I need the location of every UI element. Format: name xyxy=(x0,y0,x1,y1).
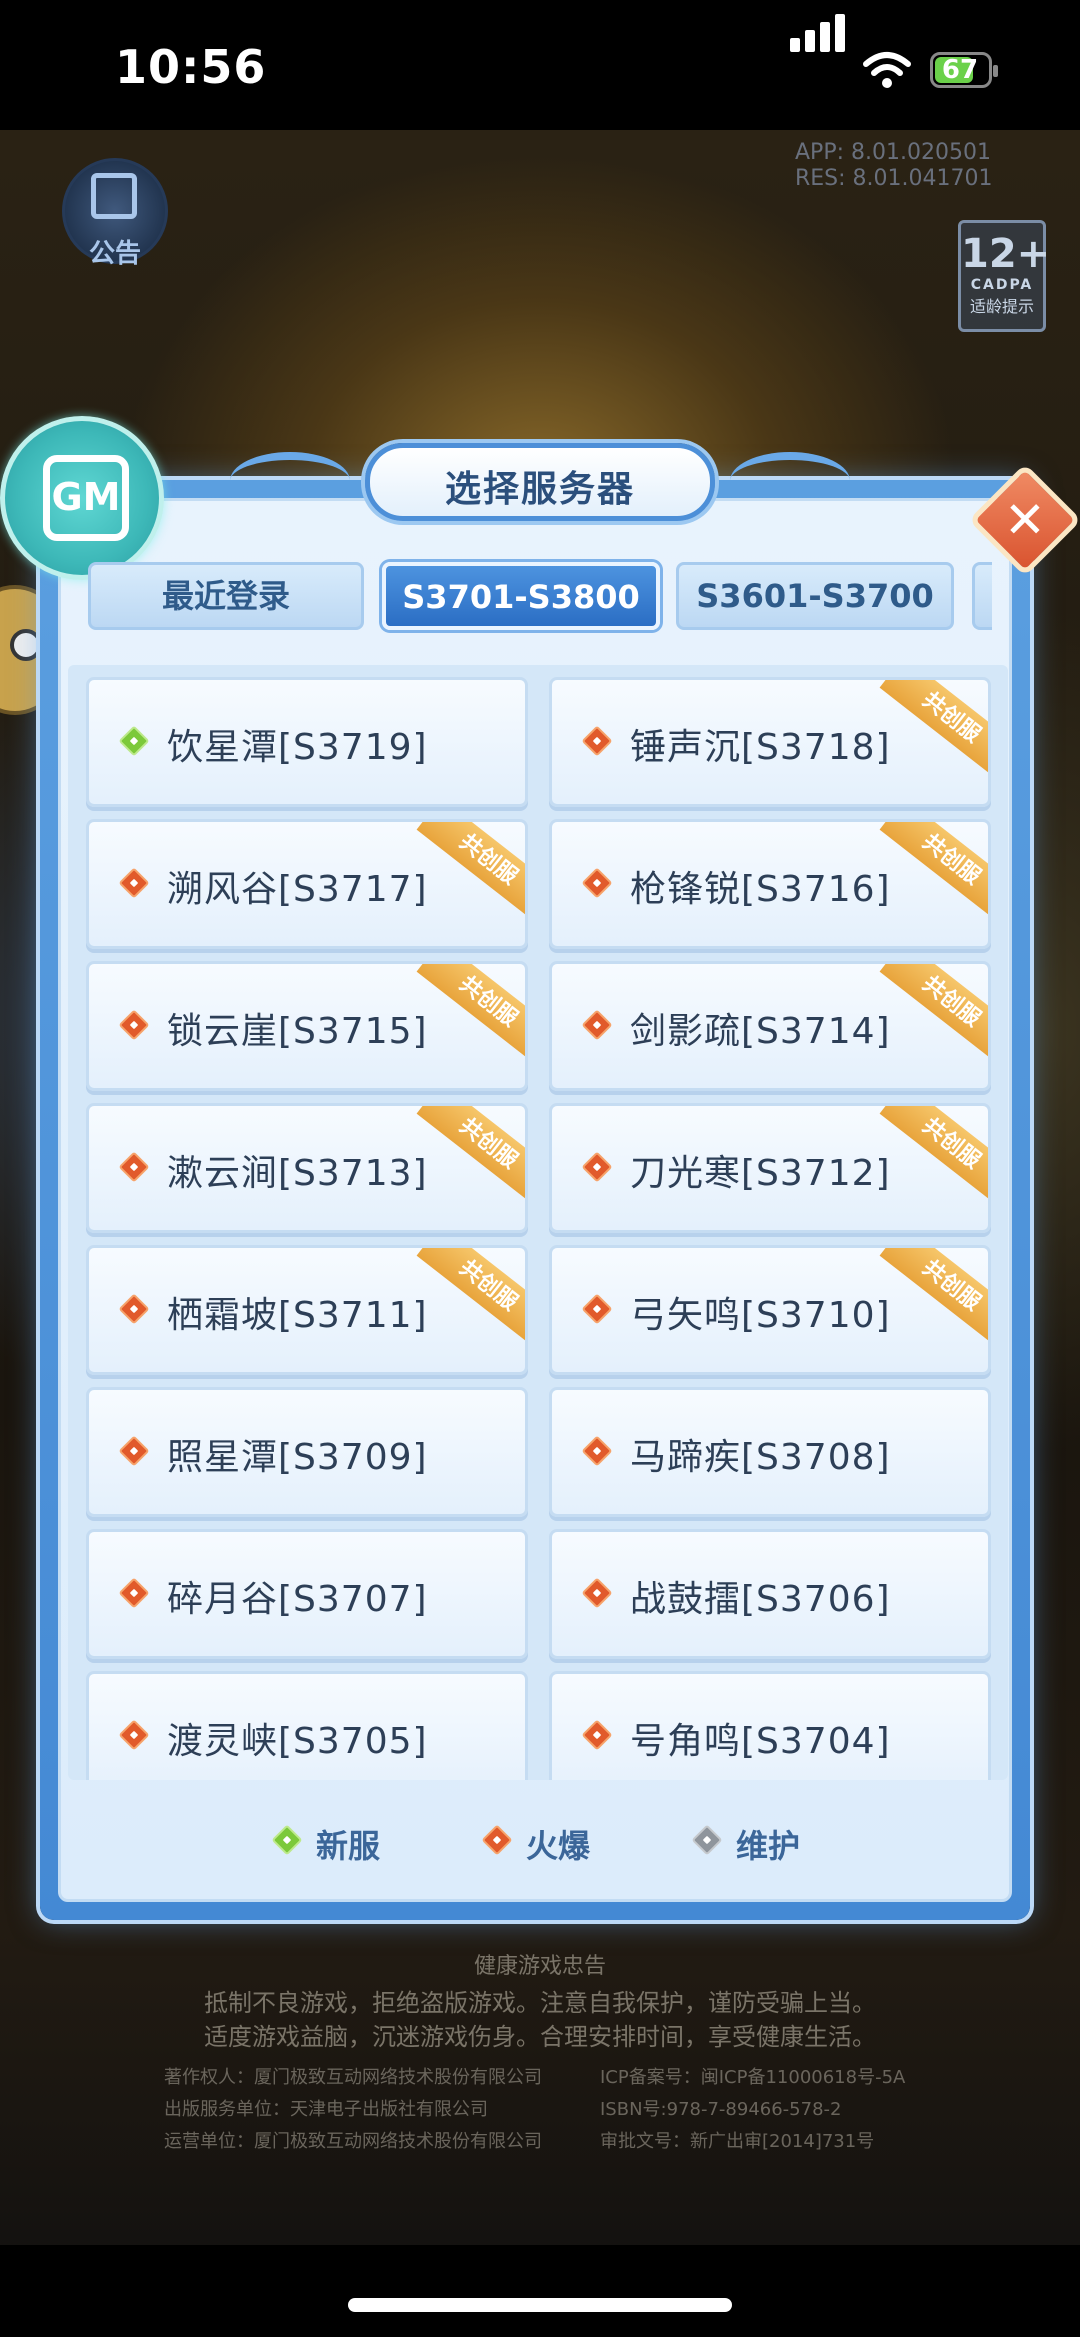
cocreate-badge: 共创服 xyxy=(879,822,988,922)
close-icon: ✕ xyxy=(1004,491,1046,549)
title-ornament-left xyxy=(230,452,350,510)
hot-status-icon xyxy=(118,867,150,899)
publisher-info: 著作权人：厦门极致互动网络技术股份有限公司 出版服务单位：天津电子出版社有限公司… xyxy=(164,2067,542,2152)
maintenance-status-icon xyxy=(691,1824,723,1856)
dialog-title: 选择服务器 xyxy=(444,469,635,510)
age-rating-badge[interactable]: 12+ CADPA 适龄提示 xyxy=(958,220,1051,332)
status-bar: 10:56 67 xyxy=(0,0,1080,130)
age-rating: 12+ xyxy=(961,231,1051,277)
health-notice-line-2: 适度游戏益脑，沉迷游戏伤身。合理安排时间，享受健康生活。 xyxy=(204,2023,876,2051)
server-card[interactable]: 碎月谷[S3707] xyxy=(86,1529,528,1659)
server-name: 溯风谷[S3717] xyxy=(167,869,428,910)
version-app: APP: 8.01.020501 xyxy=(795,140,991,165)
server-name: 碎月谷[S3707] xyxy=(167,1579,428,1620)
server-card[interactable]: 弓矢鸣[S3710] 共创服 xyxy=(549,1245,991,1375)
tab-recent-login[interactable]: 最近登录 xyxy=(88,562,364,630)
server-card[interactable]: 照星潭[S3709] xyxy=(86,1387,528,1517)
health-notice-line-1: 抵制不良游戏，拒绝盗版游戏。注意自我保护，谨防受骗上当。 xyxy=(204,1989,876,2017)
version-info: APP: 8.01.020501 RES: 8.01.041701 xyxy=(795,140,993,192)
server-card[interactable]: 锤声沉[S3718] 共创服 xyxy=(549,677,991,807)
hot-status-icon xyxy=(118,1009,150,1041)
wifi-icon xyxy=(863,52,911,88)
server-card[interactable]: 漱云涧[S3713] 共创服 xyxy=(86,1103,528,1233)
server-card[interactable]: 渡灵峡[S3705] xyxy=(86,1671,528,1780)
cocreate-badge: 共创服 xyxy=(879,1248,988,1348)
legend-new: 新服 xyxy=(271,1821,380,1867)
cocreate-badge: 共创服 xyxy=(416,822,525,922)
hot-status-icon xyxy=(581,1293,613,1325)
hot-status-icon xyxy=(581,1577,613,1609)
legend-hot: 火爆 xyxy=(481,1821,590,1867)
new-status-icon xyxy=(271,1824,303,1856)
server-card[interactable]: 枪锋锐[S3716] 共创服 xyxy=(549,819,991,949)
health-notice: 健康游戏忠告 抵制不良游戏，拒绝盗版游戏。注意自我保护，谨防受骗上当。 适度游戏… xyxy=(0,1948,1080,2054)
clock: 10:56 xyxy=(115,40,267,94)
cocreate-badge: 共创服 xyxy=(879,964,988,1064)
server-card[interactable]: 马蹄疾[S3708] xyxy=(549,1387,991,1517)
status-legend: 新服 火爆 维护 xyxy=(60,1815,1020,1875)
server-name: 照星潭[S3709] xyxy=(167,1437,428,1478)
server-name: 枪锋锐[S3716] xyxy=(630,869,891,910)
cocreate-badge: 共创服 xyxy=(416,1106,525,1206)
hot-status-icon xyxy=(118,1293,150,1325)
server-card[interactable]: 饮星潭[S3719] xyxy=(86,677,528,807)
license-info: ICP备案号：闽ICP备11000618号-5A ISBN号:978-7-894… xyxy=(600,2067,906,2152)
server-name: 马蹄疾[S3708] xyxy=(630,1437,891,1478)
server-name: 漱云涧[S3713] xyxy=(167,1153,428,1194)
server-name: 弓矢鸣[S3710] xyxy=(630,1295,891,1336)
hot-status-icon xyxy=(581,1151,613,1183)
server-card[interactable]: 战鼓擂[S3706] xyxy=(549,1529,991,1659)
tab-s3601-s3700[interactable]: S3601-S3700 xyxy=(676,562,954,630)
version-res: RES: 8.01.041701 xyxy=(795,166,993,191)
hot-status-icon xyxy=(118,1435,150,1467)
server-name: 刀光寒[S3712] xyxy=(630,1153,891,1194)
hot-status-icon xyxy=(118,1719,150,1751)
dialog-title-plate: 选择服务器 xyxy=(365,443,715,521)
server-card[interactable]: 剑影疏[S3714] 共创服 xyxy=(549,961,991,1091)
server-card[interactable]: 栖霜坡[S3711] 共创服 xyxy=(86,1245,528,1375)
age-hint: 适龄提示 xyxy=(969,297,1034,316)
hot-status-icon xyxy=(581,867,613,899)
gm-button[interactable]: GM xyxy=(0,416,164,580)
server-card[interactable]: 锁云崖[S3715] 共创服 xyxy=(86,961,528,1091)
health-notice-heading: 健康游戏忠告 xyxy=(473,1954,606,1979)
server-card[interactable]: 刀光寒[S3712] 共创服 xyxy=(549,1103,991,1233)
notice-icon xyxy=(91,173,137,219)
server-name: 战鼓擂[S3706] xyxy=(630,1579,891,1620)
title-ornament-right xyxy=(730,452,850,510)
gm-cube-icon: GM xyxy=(43,455,129,541)
cocreate-badge: 共创服 xyxy=(879,680,988,780)
hot-status-icon xyxy=(581,725,613,757)
tab-s3701-s3800[interactable]: S3701-S3800 xyxy=(382,562,660,630)
server-name: 号角鸣[S3704] xyxy=(630,1721,891,1762)
hot-status-icon xyxy=(118,1151,150,1183)
server-name: 饮星潭[S3719] xyxy=(167,727,428,768)
server-card[interactable]: 号角鸣[S3704] xyxy=(549,1671,991,1780)
hot-status-icon xyxy=(581,1435,613,1467)
hot-status-icon xyxy=(581,1009,613,1041)
server-card[interactable]: 溯风谷[S3717] 共创服 xyxy=(86,819,528,949)
notice-button[interactable]: 公告 xyxy=(62,158,168,269)
server-name: 锤声沉[S3718] xyxy=(630,727,891,768)
battery-level: 67 xyxy=(941,55,979,85)
hot-status-icon xyxy=(118,1577,150,1609)
server-name: 锁云崖[S3715] xyxy=(167,1011,428,1052)
cocreate-badge: 共创服 xyxy=(879,1106,988,1206)
new-status-icon xyxy=(118,725,150,757)
cocreate-badge: 共创服 xyxy=(416,964,525,1064)
home-indicator[interactable] xyxy=(348,2298,732,2312)
age-org: CADPA xyxy=(970,277,1034,293)
server-name: 剑影疏[S3714] xyxy=(630,1011,891,1052)
server-name: 渡灵峡[S3705] xyxy=(167,1721,428,1762)
cocreate-badge: 共创服 xyxy=(416,1248,525,1348)
hot-status-icon xyxy=(481,1824,513,1856)
tab-next-partial[interactable] xyxy=(972,562,992,630)
battery-icon: 67 xyxy=(930,52,998,88)
legend-maint: 维护 xyxy=(691,1821,800,1867)
server-list[interactable]: 饮星潭[S3719] 锤声沉[S3718] 共创服 溯风谷[S3717] 共创服 枪锋锐[… xyxy=(68,665,1008,1780)
notice-label: 公告 xyxy=(88,239,141,269)
hot-status-icon xyxy=(581,1719,613,1751)
server-name: 栖霜坡[S3711] xyxy=(167,1295,428,1336)
